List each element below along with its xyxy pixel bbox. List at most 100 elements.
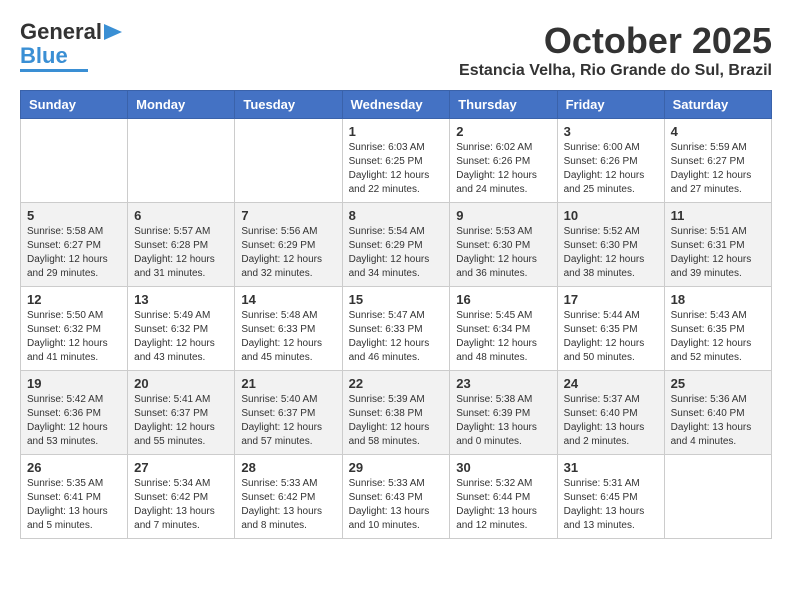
calendar-cell: 19 Sunrise: 5:42 AM Sunset: 6:36 PM Dayli… (21, 371, 128, 455)
weekday-header-friday: Friday (557, 91, 664, 119)
calendar-cell: 12 Sunrise: 5:50 AM Sunset: 6:32 PM Dayli… (21, 287, 128, 371)
calendar-cell: 16 Sunrise: 5:45 AM Sunset: 6:34 PM Dayli… (450, 287, 557, 371)
day-number: 9 (456, 208, 550, 223)
day-number: 29 (349, 460, 444, 475)
day-info: Sunrise: 5:32 AM Sunset: 6:44 PM Dayligh… (456, 477, 550, 533)
day-number: 26 (27, 460, 121, 475)
calendar-week-1: 1 Sunrise: 6:03 AM Sunset: 6:25 PM Daylig… (21, 119, 772, 203)
calendar-cell: 30 Sunrise: 5:32 AM Sunset: 6:44 PM Dayli… (450, 455, 557, 539)
day-info: Sunrise: 6:02 AM Sunset: 6:26 PM Dayligh… (456, 141, 550, 197)
calendar-cell: 15Sunrise: 5:47 AM Sunset: 6:33 PM Dayli… (342, 287, 450, 371)
weekday-header-monday: Monday (128, 91, 235, 119)
day-number: 2 (456, 124, 550, 139)
day-info: Sunrise: 5:54 AM Sunset: 6:29 PM Dayligh… (349, 225, 444, 281)
day-number: 24 (564, 376, 658, 391)
day-info: Sunrise: 6:00 AM Sunset: 6:26 PM Dayligh… (564, 141, 658, 197)
calendar-header-row: SundayMondayTuesdayWednesdayThursdayFrid… (21, 91, 772, 119)
day-number: 12 (27, 292, 121, 307)
day-number: 15 (349, 292, 444, 307)
calendar-cell: 14 Sunrise: 5:48 AM Sunset: 6:33 PM Dayli… (235, 287, 342, 371)
calendar-cell: 29 Sunrise: 5:33 AM Sunset: 6:43 PM Dayli… (342, 455, 450, 539)
calendar-cell (128, 119, 235, 203)
calendar-cell: 3 Sunrise: 6:00 AM Sunset: 6:26 PM Daylig… (557, 119, 664, 203)
day-number: 21 (241, 376, 335, 391)
day-info: Sunrise: 5:34 AM Sunset: 6:42 PM Dayligh… (134, 477, 228, 533)
day-number: 22 (349, 376, 444, 391)
day-info: Sunrise: 5:44 AM Sunset: 6:35 PM Dayligh… (564, 309, 658, 365)
day-number: 28 (241, 460, 335, 475)
day-info: Sunrise: 5:59 AM Sunset: 6:27 PM Dayligh… (671, 141, 765, 197)
calendar-week-2: 5 Sunrise: 5:58 AM Sunset: 6:27 PM Daylig… (21, 203, 772, 287)
day-info: Sunrise: 5:57 AM Sunset: 6:28 PM Dayligh… (134, 225, 228, 281)
weekday-header-sunday: Sunday (21, 91, 128, 119)
calendar-cell: 6 Sunrise: 5:57 AM Sunset: 6:28 PM Daylig… (128, 203, 235, 287)
calendar-cell: 18 Sunrise: 5:43 AM Sunset: 6:35 PM Dayli… (664, 287, 771, 371)
calendar-cell: 7 Sunrise: 5:56 AM Sunset: 6:29 PM Daylig… (235, 203, 342, 287)
calendar-week-5: 26 Sunrise: 5:35 AM Sunset: 6:41 PM Dayli… (21, 455, 772, 539)
day-info: Sunrise: 5:35 AM Sunset: 6:41 PM Dayligh… (27, 477, 121, 533)
day-number: 23 (456, 376, 550, 391)
day-info: Sunrise: 5:33 AM Sunset: 6:43 PM Dayligh… (349, 477, 444, 533)
day-number: 3 (564, 124, 658, 139)
day-number: 6 (134, 208, 228, 223)
day-info: Sunrise: 5:48 AM Sunset: 6:33 PM Dayligh… (241, 309, 335, 365)
logo: General Blue (20, 20, 122, 72)
title-area: October 2025 Estancia Velha, Rio Grande … (459, 20, 772, 80)
calendar-cell: 26 Sunrise: 5:35 AM Sunset: 6:41 PM Dayli… (21, 455, 128, 539)
calendar-cell (664, 455, 771, 539)
calendar-cell: 27 Sunrise: 5:34 AM Sunset: 6:42 PM Dayli… (128, 455, 235, 539)
calendar-cell: 9Sunrise: 5:53 AM Sunset: 6:30 PM Daylig… (450, 203, 557, 287)
day-number: 31 (564, 460, 658, 475)
calendar-cell: 22 Sunrise: 5:39 AM Sunset: 6:38 PM Dayli… (342, 371, 450, 455)
calendar-cell: 10 Sunrise: 5:52 AM Sunset: 6:30 PM Dayli… (557, 203, 664, 287)
day-number: 7 (241, 208, 335, 223)
day-number: 16 (456, 292, 550, 307)
calendar-week-3: 12 Sunrise: 5:50 AM Sunset: 6:32 PM Dayli… (21, 287, 772, 371)
calendar-cell: 21 Sunrise: 5:40 AM Sunset: 6:37 PM Dayli… (235, 371, 342, 455)
day-info: Sunrise: 5:38 AM Sunset: 6:39 PM Dayligh… (456, 393, 550, 449)
page-header: General Blue October 2025 Estancia Velha… (20, 20, 772, 80)
day-number: 10 (564, 208, 658, 223)
day-info: Sunrise: 5:52 AM Sunset: 6:30 PM Dayligh… (564, 225, 658, 281)
day-info: Sunrise: 5:45 AM Sunset: 6:34 PM Dayligh… (456, 309, 550, 365)
day-info: Sunrise: 5:39 AM Sunset: 6:38 PM Dayligh… (349, 393, 444, 449)
day-info: Sunrise: 5:56 AM Sunset: 6:29 PM Dayligh… (241, 225, 335, 281)
day-info: Sunrise: 5:58 AM Sunset: 6:27 PM Dayligh… (27, 225, 121, 281)
day-info: Sunrise: 5:50 AM Sunset: 6:32 PM Dayligh… (27, 309, 121, 365)
weekday-header-tuesday: Tuesday (235, 91, 342, 119)
month-title: October 2025 (459, 20, 772, 62)
day-info: Sunrise: 5:31 AM Sunset: 6:45 PM Dayligh… (564, 477, 658, 533)
day-number: 18 (671, 292, 765, 307)
calendar-cell: 2 Sunrise: 6:02 AM Sunset: 6:26 PM Daylig… (450, 119, 557, 203)
day-info: Sunrise: 6:03 AM Sunset: 6:25 PM Dayligh… (349, 141, 444, 197)
calendar-cell: 20Sunrise: 5:41 AM Sunset: 6:37 PM Dayli… (128, 371, 235, 455)
calendar-cell (235, 119, 342, 203)
weekday-header-wednesday: Wednesday (342, 91, 450, 119)
day-info: Sunrise: 5:41 AM Sunset: 6:37 PM Dayligh… (134, 393, 228, 449)
day-number: 13 (134, 292, 228, 307)
day-info: Sunrise: 5:43 AM Sunset: 6:35 PM Dayligh… (671, 309, 765, 365)
day-number: 8 (349, 208, 444, 223)
day-number: 5 (27, 208, 121, 223)
calendar-cell: 1 Sunrise: 6:03 AM Sunset: 6:25 PM Daylig… (342, 119, 450, 203)
day-info: Sunrise: 5:49 AM Sunset: 6:32 PM Dayligh… (134, 309, 228, 365)
logo-blue-text: Blue (20, 44, 68, 68)
day-info: Sunrise: 5:40 AM Sunset: 6:37 PM Dayligh… (241, 393, 335, 449)
day-info: Sunrise: 5:42 AM Sunset: 6:36 PM Dayligh… (27, 393, 121, 449)
calendar-cell (21, 119, 128, 203)
day-number: 11 (671, 208, 765, 223)
calendar-cell: 5 Sunrise: 5:58 AM Sunset: 6:27 PM Daylig… (21, 203, 128, 287)
weekday-header-saturday: Saturday (664, 91, 771, 119)
day-number: 1 (349, 124, 444, 139)
day-number: 19 (27, 376, 121, 391)
logo-arrow-icon (104, 24, 122, 40)
calendar-cell: 8 Sunrise: 5:54 AM Sunset: 6:29 PM Daylig… (342, 203, 450, 287)
day-number: 14 (241, 292, 335, 307)
location-subtitle: Estancia Velha, Rio Grande do Sul, Brazi… (459, 62, 772, 80)
weekday-header-thursday: Thursday (450, 91, 557, 119)
day-number: 25 (671, 376, 765, 391)
day-number: 30 (456, 460, 550, 475)
day-number: 27 (134, 460, 228, 475)
calendar-cell: 28Sunrise: 5:33 AM Sunset: 6:42 PM Dayli… (235, 455, 342, 539)
day-info: Sunrise: 5:51 AM Sunset: 6:31 PM Dayligh… (671, 225, 765, 281)
